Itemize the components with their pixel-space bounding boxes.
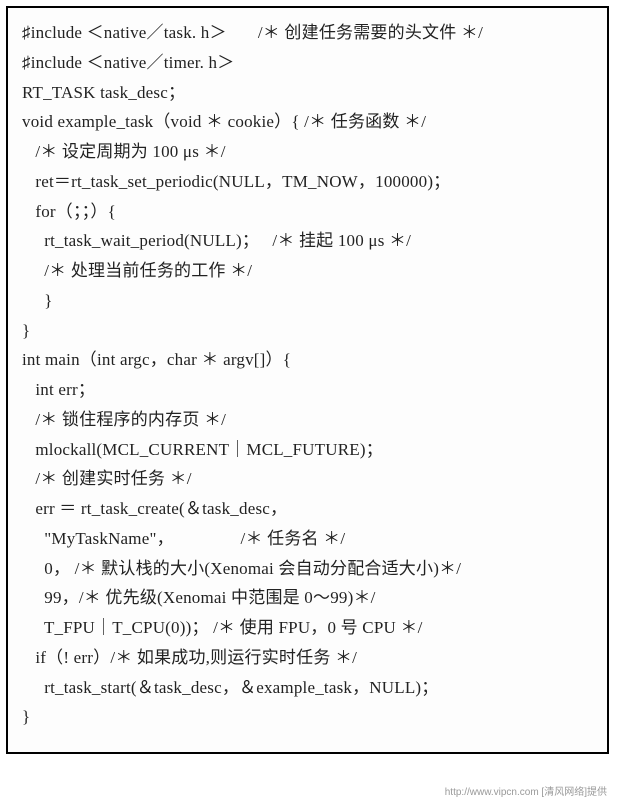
code-line: ♯include ＜native／task. h＞ /＊ 创建任务需要的头文件 …: [22, 18, 593, 48]
code-line: /＊ 创建实时任务 ＊/: [22, 464, 593, 494]
code-line: rt_task_wait_period(NULL)； /＊ 挂起 100 μs …: [22, 226, 593, 256]
code-line: /＊ 锁住程序的内存页 ＊/: [22, 405, 593, 435]
watermark-footer: http://www.vipcn.com [清风网络]提供: [445, 783, 607, 798]
code-line: 0， /＊ 默认栈的大小(Xenomai 会自动分配合适大小)＊/: [22, 554, 593, 584]
code-line: if（! err）/＊ 如果成功,则运行实时任务 ＊/: [22, 643, 593, 673]
code-line: ♯include ＜native／timer. h＞: [22, 48, 593, 78]
code-line: }: [22, 316, 593, 346]
code-line: /＊ 处理当前任务的工作 ＊/: [22, 256, 593, 286]
code-line: ret＝rt_task_set_periodic(NULL，TM_NOW，100…: [22, 167, 593, 197]
code-line: int err；: [22, 375, 593, 405]
code-line: T_FPU｜T_CPU(0))； /＊ 使用 FPU，0 号 CPU ＊/: [22, 613, 593, 643]
code-line: int main（int argc，char ＊ argv[]）{: [22, 345, 593, 375]
code-line: }: [22, 702, 593, 732]
code-line: err ＝ rt_task_create(＆task_desc，: [22, 494, 593, 524]
code-line: RT_TASK task_desc；: [22, 78, 593, 108]
code-line: "MyTaskName"， /＊ 任务名 ＊/: [22, 524, 593, 554]
code-line: rt_task_start(＆task_desc，＆example_task，N…: [22, 673, 593, 703]
code-frame: ♯include ＜native／task. h＞ /＊ 创建任务需要的头文件 …: [6, 6, 609, 754]
code-line: mlockall(MCL_CURRENT｜MCL_FUTURE)；: [22, 435, 593, 465]
code-block: ♯include ＜native／task. h＞ /＊ 创建任务需要的头文件 …: [22, 18, 593, 732]
code-line: for（；；）{: [22, 197, 593, 227]
code-line: void example_task（void ＊ cookie）{ /＊ 任务函…: [22, 107, 593, 137]
code-line: 99，/＊ 优先级(Xenomai 中范围是 0～99)＊/: [22, 583, 593, 613]
code-line: /＊ 设定周期为 100 μs ＊/: [22, 137, 593, 167]
code-line: }: [22, 286, 593, 316]
